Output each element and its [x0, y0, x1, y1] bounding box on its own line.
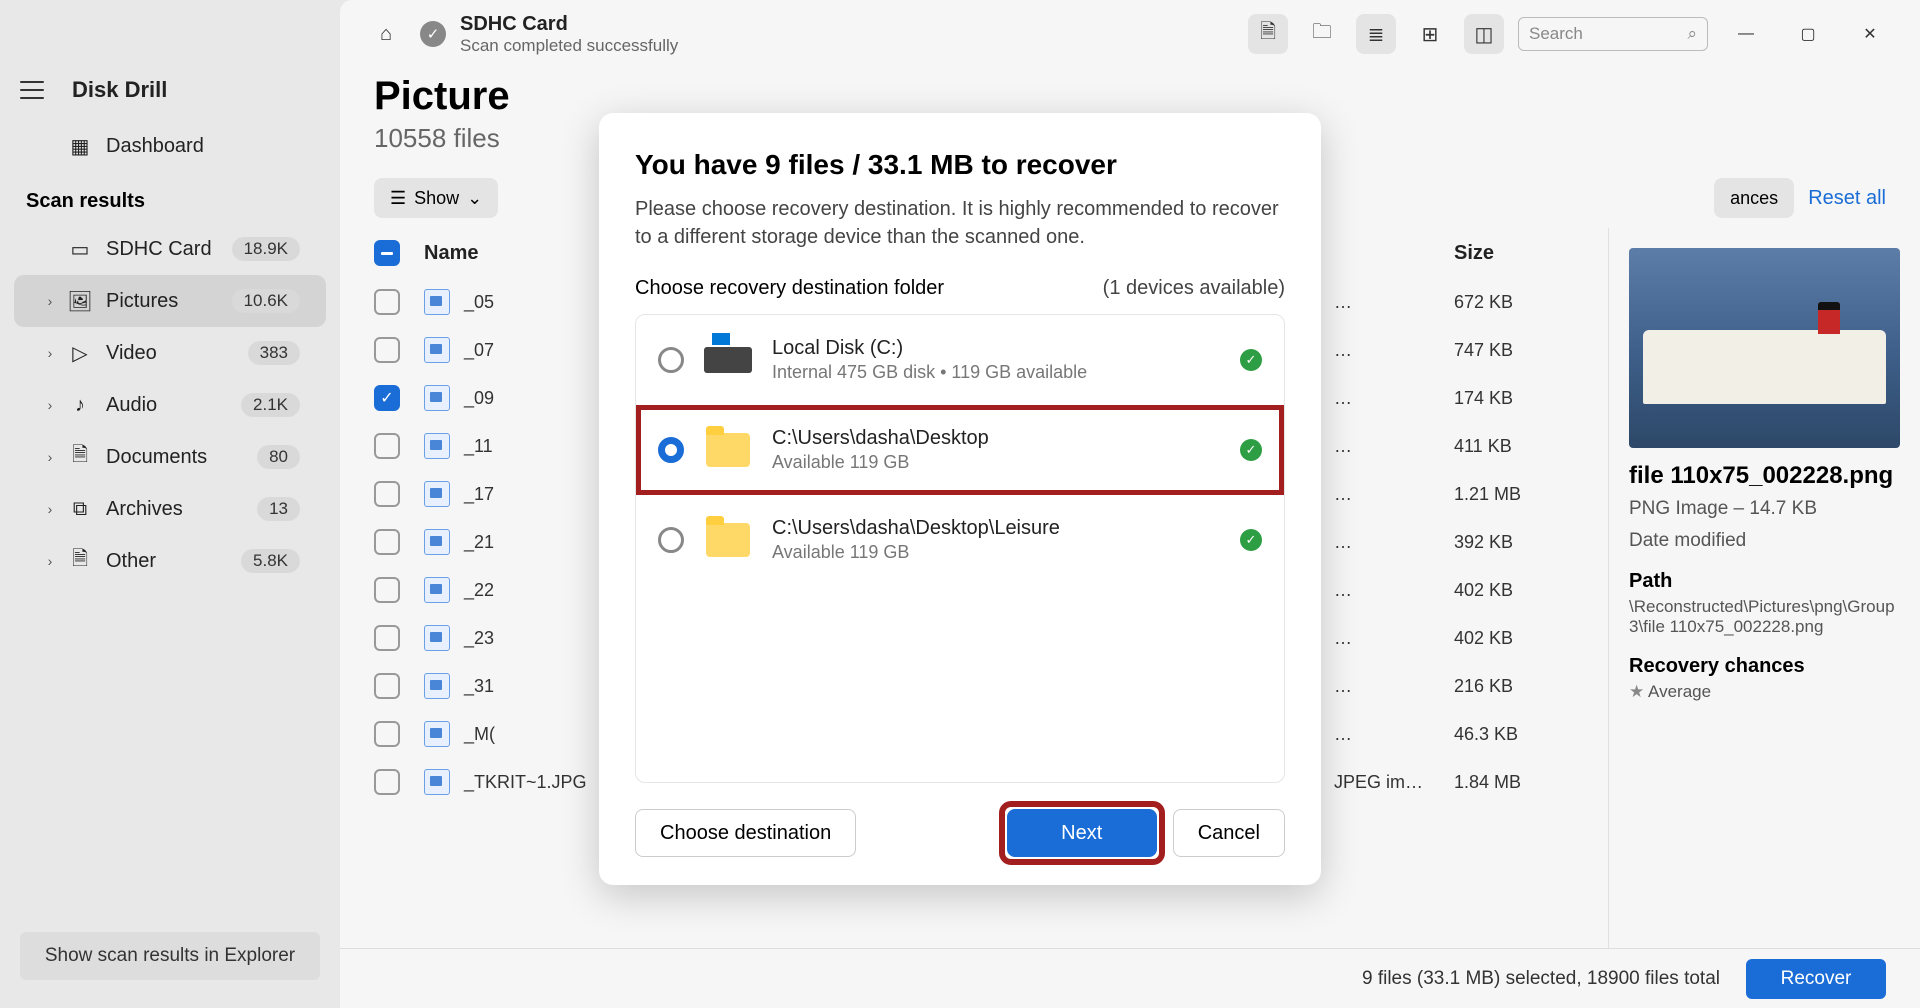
choose-destination-button[interactable]: Choose destination [635, 809, 856, 857]
recovery-modal: You have 9 files / 33.1 MB to recover Pl… [599, 113, 1321, 885]
check-icon: ✓ [1240, 439, 1262, 461]
destination-name: Local Disk (C:) [772, 337, 1220, 360]
destination-radio[interactable] [658, 347, 684, 373]
folder-icon [706, 433, 750, 467]
destination-list: Local Disk (C:)Internal 475 GB disk • 11… [635, 314, 1285, 783]
cancel-button[interactable]: Cancel [1173, 809, 1285, 857]
destination-name: C:\Users\dasha\Desktop\Leisure [772, 517, 1220, 540]
check-icon: ✓ [1240, 529, 1262, 551]
destination-sub: Available 119 GB [772, 542, 1220, 563]
destination-option[interactable]: C:\Users\dasha\Desktop\LeisureAvailable … [636, 495, 1284, 585]
check-icon: ✓ [1240, 349, 1262, 371]
modal-title: You have 9 files / 33.1 MB to recover [635, 149, 1285, 181]
disk-icon [704, 347, 752, 373]
destination-radio[interactable] [658, 437, 684, 463]
destination-radio[interactable] [658, 527, 684, 553]
modal-description: Please choose recovery destination. It i… [635, 195, 1285, 251]
devices-available: (1 devices available) [1103, 277, 1285, 300]
destination-sub: Available 119 GB [772, 452, 1220, 473]
choose-dest-label: Choose recovery destination folder [635, 277, 944, 300]
destination-option[interactable]: Local Disk (C:)Internal 475 GB disk • 11… [636, 315, 1284, 405]
next-button[interactable]: Next [1007, 809, 1157, 857]
folder-icon [706, 523, 750, 557]
destination-name: C:\Users\dasha\Desktop [772, 427, 1220, 450]
destination-sub: Internal 475 GB disk • 119 GB available [772, 362, 1220, 383]
destination-option[interactable]: C:\Users\dasha\DesktopAvailable 119 GB ✓ [636, 405, 1284, 495]
